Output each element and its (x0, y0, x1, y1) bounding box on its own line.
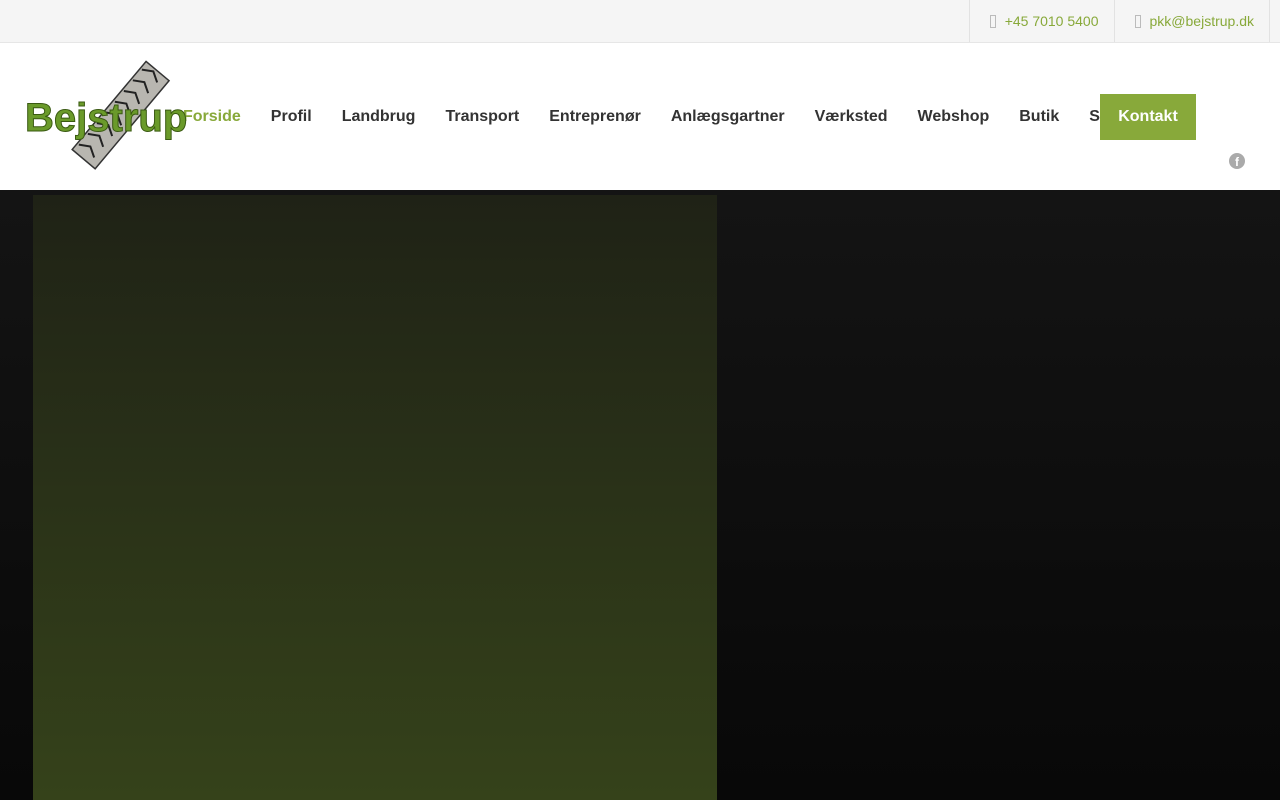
facebook-icon[interactable]: f (1229, 153, 1245, 169)
email-link[interactable]: pkk@bejstrup.dk (1113, 0, 1270, 42)
main-nav: Forside Profil Landbrug Transport Entrep… (168, 43, 1147, 190)
hero-section (0, 190, 1280, 800)
top-bar: +45 7010 5400 pkk@bejstrup.dk (0, 0, 1280, 43)
nav-transport[interactable]: Transport (430, 108, 534, 126)
svg-text:Bejstrup: Bejstrup (25, 96, 187, 140)
phone-link[interactable]: +45 7010 5400 (968, 0, 1114, 42)
nav-anlaegsgartner[interactable]: Anlægsgartner (656, 108, 800, 126)
main-header: Forside Profil Landbrug Transport Entrep… (0, 43, 1280, 190)
email-text: pkk@bejstrup.dk (1149, 13, 1254, 29)
nav-butik[interactable]: Butik (1004, 108, 1074, 126)
kontakt-button[interactable]: Kontakt (1100, 94, 1196, 140)
nav-webshop[interactable]: Webshop (903, 108, 1005, 126)
envelope-icon (1134, 14, 1141, 28)
nav-landbrug[interactable]: Landbrug (327, 108, 431, 126)
phone-text: +45 7010 5400 (1004, 13, 1099, 29)
nav-vaerksted[interactable]: Værksted (800, 108, 903, 126)
phone-icon (989, 14, 996, 28)
nav-entreprenor[interactable]: Entreprenør (534, 108, 656, 126)
nav-profil[interactable]: Profil (256, 108, 327, 126)
hero-image-panel (33, 195, 717, 800)
logo[interactable]: Bejstrup (24, 57, 199, 177)
